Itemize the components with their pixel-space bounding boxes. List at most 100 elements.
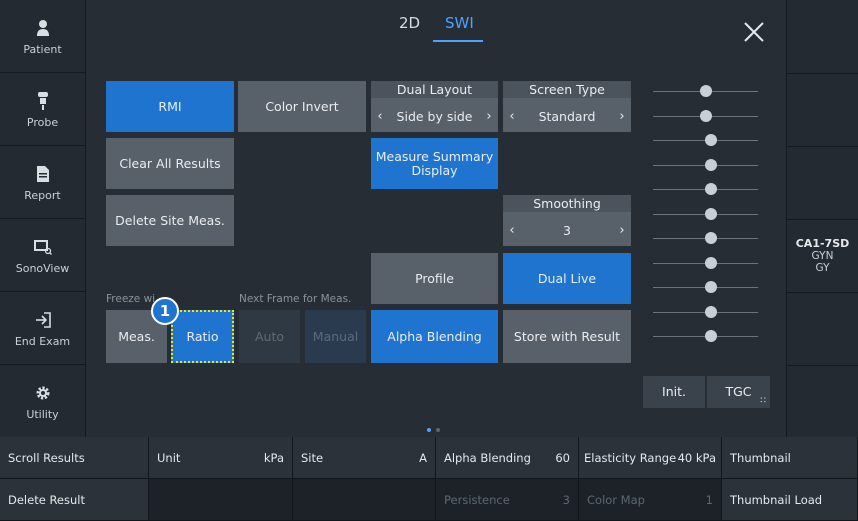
manual-button[interactable]: Manual (305, 310, 366, 363)
tgc-slider-knob[interactable] (705, 306, 717, 318)
unit-cell[interactable]: Unit kPa (149, 437, 293, 479)
button-label-line1: Measure Summary (375, 148, 494, 164)
color-invert-button[interactable]: Color Invert (238, 81, 366, 132)
smoothing-stepper[interactable]: Smoothing ‹ 3 › (503, 195, 631, 246)
sidebar-item-probe[interactable]: Probe (0, 73, 85, 146)
dual-layout-stepper[interactable]: Dual Layout ‹ Side by side › (371, 81, 498, 132)
page-dot[interactable] (436, 428, 440, 432)
cell-value: kPa (263, 450, 284, 465)
scroll-results-button[interactable]: Scroll Results (0, 437, 149, 479)
tab-swi[interactable]: SWI (445, 14, 474, 32)
stepper-value: 3 (563, 222, 571, 238)
tgc-slider-knob[interactable] (705, 159, 717, 171)
tgc-slider-knob[interactable] (700, 110, 712, 122)
cell-value: 40 kPa (677, 450, 716, 465)
store-with-result-button[interactable]: Store with Result (503, 310, 631, 363)
elasticity-range-cell[interactable]: Elasticity Range 40 kPa (579, 437, 722, 479)
cell-value: 3 (562, 492, 570, 507)
cell-label: Unit (157, 450, 181, 465)
auto-button[interactable]: Auto (239, 310, 300, 363)
cell-label: Thumbnail (730, 450, 791, 465)
clear-all-results-button[interactable]: Clear All Results (106, 138, 234, 189)
thumbnail-button[interactable]: Thumbnail (722, 437, 858, 479)
stepper-value: Standard (538, 108, 596, 124)
sonoview-icon (33, 236, 52, 258)
chevron-right-icon[interactable]: › (613, 100, 631, 132)
screen-type-stepper[interactable]: Screen Type ‹ Standard › (503, 81, 631, 132)
stepper-title: Screen Type (503, 81, 631, 98)
sidebar-item-patient[interactable]: Patient (0, 0, 85, 73)
right-column: CA1-7SD GYN GY (787, 0, 858, 437)
cell-value: A (419, 450, 427, 465)
cell-label: Color Map (587, 492, 645, 507)
rmi-button[interactable]: RMI (106, 81, 234, 132)
document-icon (36, 163, 49, 185)
cell-label: Alpha Blending (444, 450, 531, 465)
tgc-slider-knob[interactable] (705, 232, 717, 244)
probe-name: CA1-7SD (795, 237, 850, 250)
profile-button[interactable]: Profile (371, 253, 498, 304)
sidebar-item-end-exam[interactable]: End Exam (0, 292, 85, 365)
sidebar-item-label: Report (24, 188, 61, 202)
gear-icon (35, 382, 51, 404)
chevron-right-icon[interactable]: › (613, 214, 631, 246)
right-cell (787, 292, 858, 366)
cell-value: 60 (555, 450, 570, 465)
cell-label: Thumbnail Load (730, 492, 823, 507)
sidebar-item-label: Utility (26, 407, 59, 421)
left-sidebar: Patient Probe Report SonoView End Exam U… (0, 0, 85, 437)
sidebar-item-utility[interactable]: Utility (0, 365, 85, 437)
persistence-cell[interactable]: Persistence 3 (436, 479, 579, 521)
site-cell[interactable]: Site A (293, 437, 436, 479)
tgc-slider-knob[interactable] (705, 257, 717, 269)
sidebar-item-label: End Exam (14, 334, 71, 348)
tgc-slider-knob[interactable] (705, 208, 717, 220)
stepper-title: Dual Layout (371, 81, 498, 98)
tab-2d[interactable]: 2D (399, 14, 420, 32)
tab-active-indicator (433, 40, 483, 42)
stepper-title: Smoothing (503, 195, 631, 212)
exit-icon (35, 309, 51, 331)
right-cell (787, 365, 858, 437)
tgc-slider-knob[interactable] (705, 134, 717, 146)
init-button[interactable]: Init. (643, 376, 705, 408)
page-dot-active[interactable] (427, 428, 431, 432)
thumbnail-load-button[interactable]: Thumbnail Load (722, 479, 858, 521)
sidebar-item-label: SonoView (15, 261, 70, 275)
measure-summary-display-button[interactable]: Measure Summary Display (371, 138, 498, 189)
sidebar-item-report[interactable]: Report (0, 146, 85, 219)
tgc-slider-knob[interactable] (705, 281, 717, 293)
dual-live-button[interactable]: Dual Live (503, 253, 631, 304)
cell-label: Persistence (444, 492, 510, 507)
tgc-slider-knob[interactable] (705, 183, 717, 195)
empty-cell (149, 479, 293, 521)
bottom-parameter-table: Scroll Results Unit kPa Site A Alpha Blend… (0, 437, 858, 521)
sidebar-item-label: Probe (26, 115, 59, 129)
tgc-button[interactable]: TGC ∷ (707, 376, 770, 408)
probe-info[interactable]: CA1-7SD GYN GY (787, 219, 858, 293)
empty-cell (293, 479, 436, 521)
tgc-slider-knob[interactable] (705, 330, 717, 342)
delete-result-button[interactable]: Delete Result (0, 479, 149, 521)
probe-icon (37, 90, 49, 112)
grip-icon: ∷ (760, 396, 766, 406)
right-cell (787, 146, 858, 220)
next-frame-label: Next Frame for Meas. (239, 293, 352, 305)
stepper-value: Side by side (396, 108, 473, 124)
ratio-button[interactable]: Ratio (171, 310, 234, 363)
cell-label: Scroll Results (8, 450, 85, 465)
alpha-blending-button[interactable]: Alpha Blending (371, 310, 498, 363)
tgc-label: TGC (725, 384, 752, 399)
color-map-cell[interactable]: Color Map 1 (579, 479, 722, 521)
right-cell (787, 73, 858, 147)
tgc-slider-knob[interactable] (700, 85, 712, 97)
sidebar-item-sonoview[interactable]: SonoView (0, 219, 85, 292)
person-icon (36, 17, 50, 39)
sidebar-item-label: Patient (23, 42, 62, 56)
chevron-right-icon[interactable]: › (480, 100, 498, 132)
cell-value: 1 (705, 492, 713, 507)
alpha-blending-cell[interactable]: Alpha Blending 60 (436, 437, 579, 479)
delete-site-meas-button[interactable]: Delete Site Meas. (106, 195, 234, 246)
right-cell (787, 0, 858, 74)
close-icon[interactable] (741, 19, 767, 45)
